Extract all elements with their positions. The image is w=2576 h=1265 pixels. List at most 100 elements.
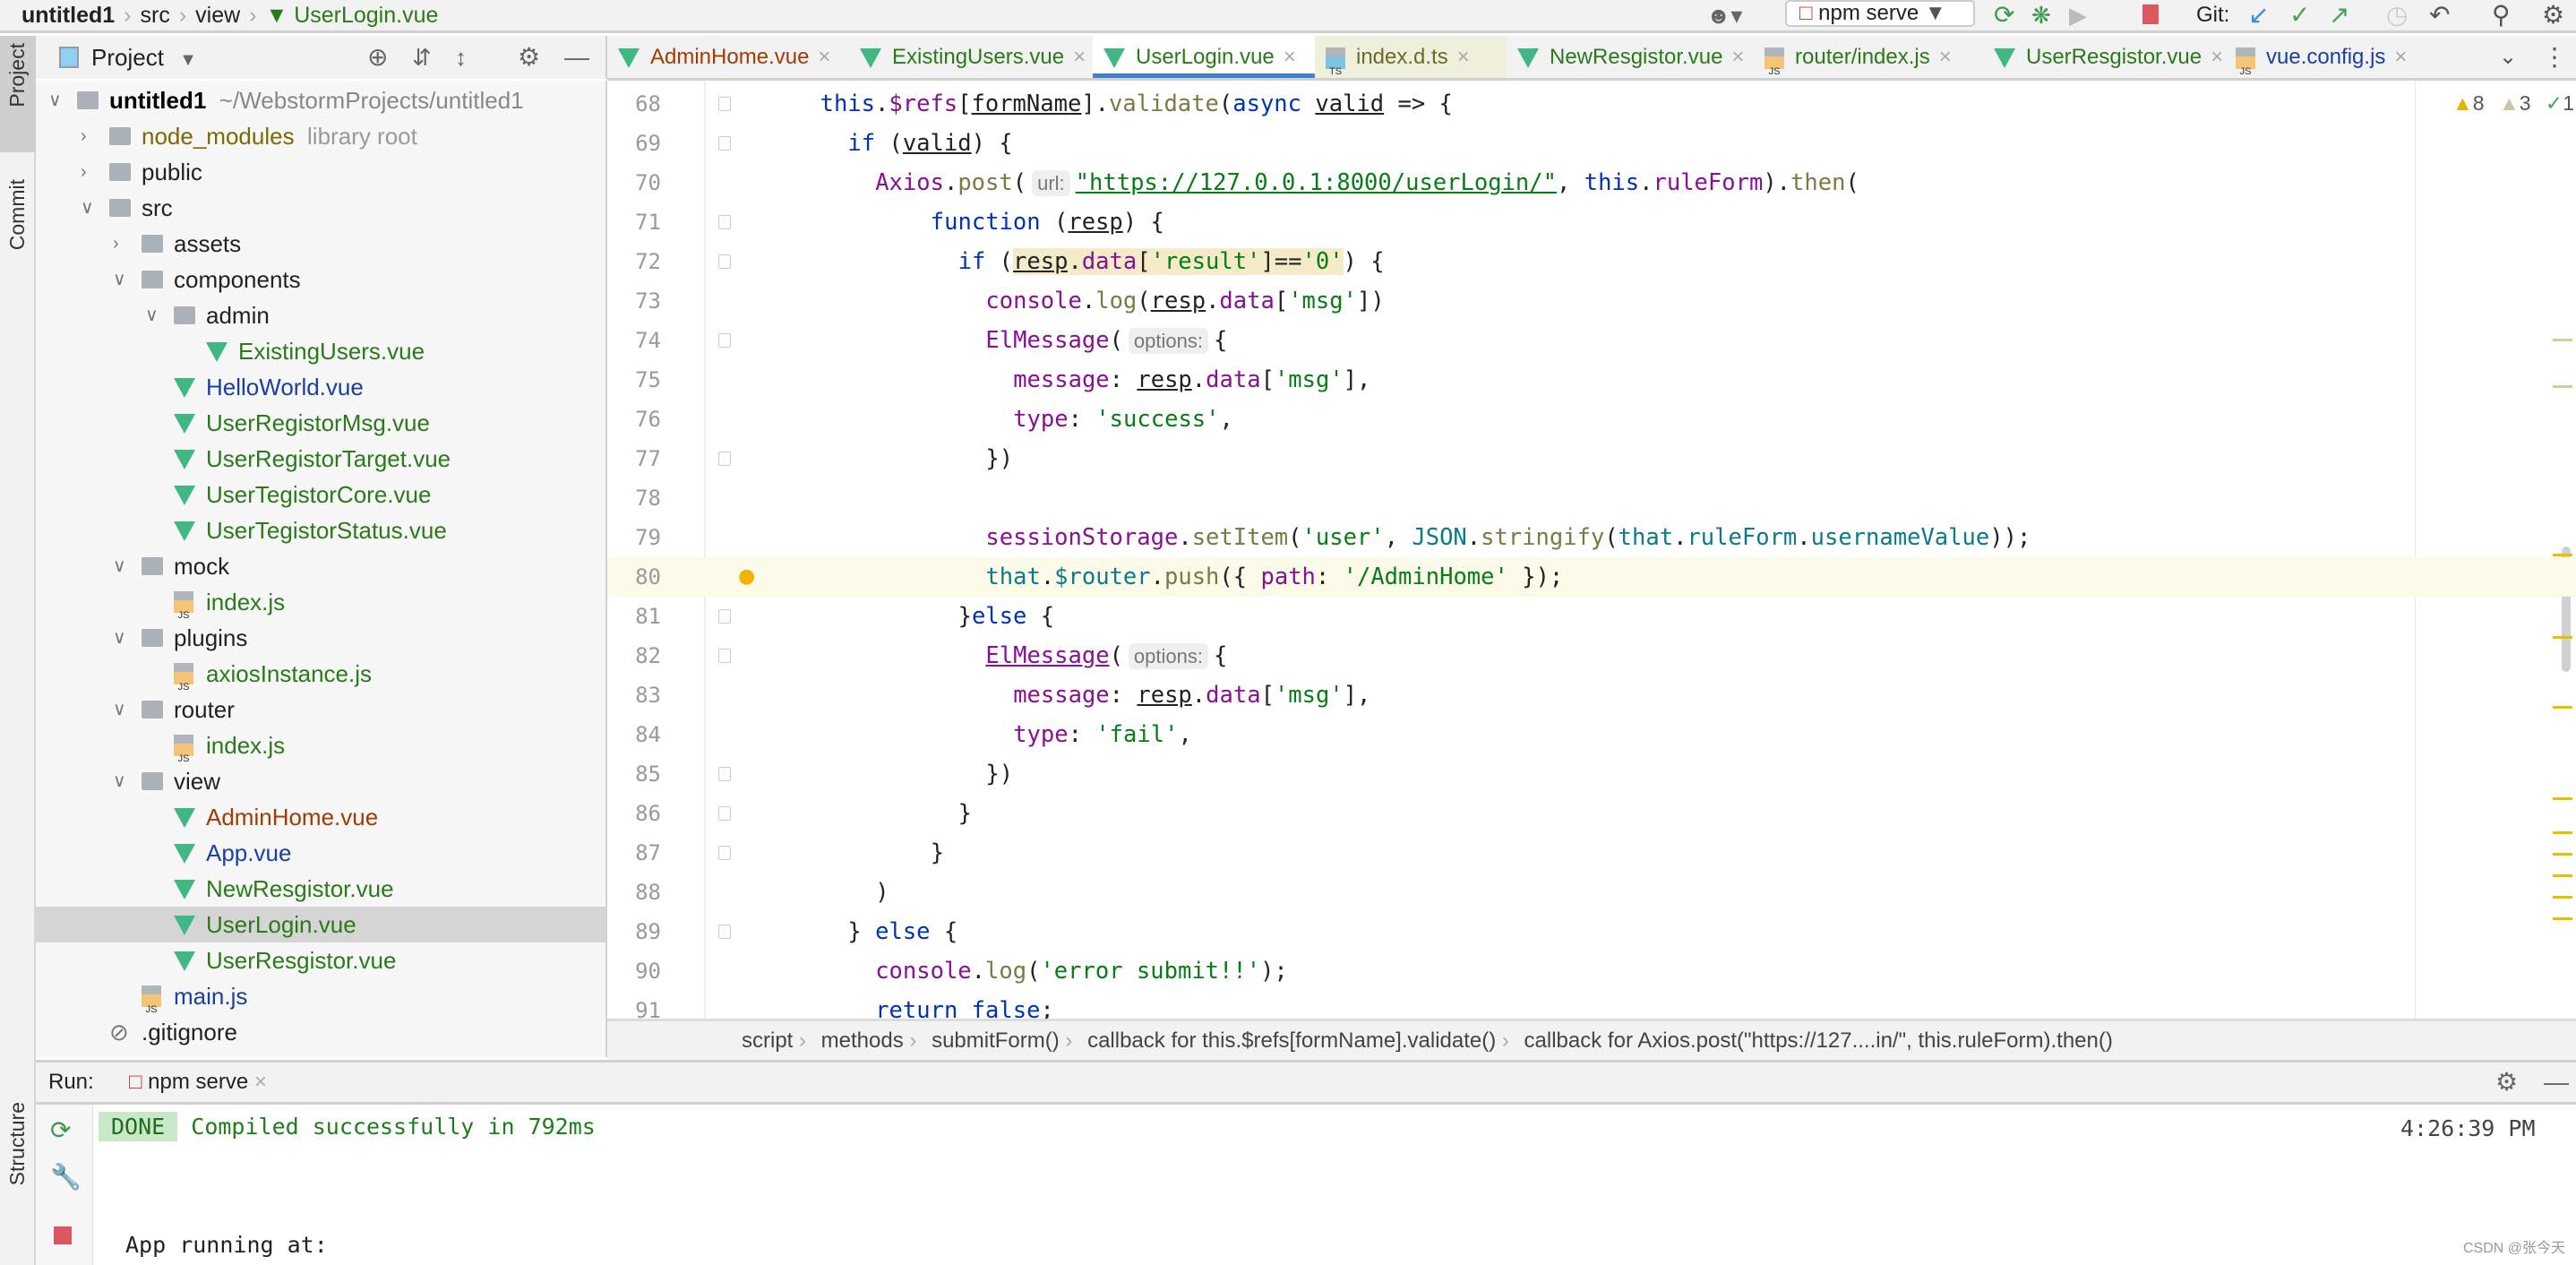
chevron-down-icon[interactable]: ∨ (113, 262, 131, 297)
tree-item[interactable]: UserTegistorCore.vue (36, 477, 605, 512)
code-line[interactable]: 76 type: 'success', (607, 400, 2576, 439)
fold-marker[interactable] (718, 97, 731, 111)
tree-item[interactable]: ∨ router (36, 692, 605, 727)
tree-item[interactable]: JS axiosInstance.js (36, 656, 605, 693)
rerun-icon[interactable]: ⟳ (50, 1115, 71, 1145)
code-breadcrumb-item[interactable]: callback for this.$refs[formName].valida… (1087, 1028, 1496, 1053)
close-icon[interactable]: × (818, 45, 830, 69)
chevron-down-icon[interactable]: ∨ (145, 297, 163, 333)
close-icon[interactable]: × (1457, 45, 1470, 69)
code-line[interactable]: 73 console.log(resp.data['msg']) (607, 281, 2576, 321)
fold-marker[interactable] (718, 333, 731, 348)
close-icon[interactable]: × (1073, 45, 1086, 69)
fold-marker[interactable] (718, 767, 731, 781)
code-line[interactable]: 79 sessionStorage.setItem('user', JSON.st… (607, 518, 2576, 557)
code-line[interactable]: 77}) (607, 439, 2576, 478)
fold-marker[interactable] (718, 254, 731, 269)
chevron-right-icon[interactable]: › (113, 226, 131, 262)
breadcrumb-item[interactable]: ▼ UserLogin.vue (266, 0, 439, 30)
user-icon[interactable]: ☻▾ (1706, 0, 1742, 30)
fold-marker[interactable] (718, 609, 731, 624)
tree-item[interactable]: UserTegistorStatus.vue (36, 512, 605, 548)
rollback-icon[interactable]: ↶ (2429, 0, 2450, 30)
chevron-down-icon[interactable]: ∨ (81, 190, 99, 226)
coverage-icon[interactable]: ▶ (2069, 0, 2087, 30)
gear-icon[interactable]: ⚙ (2495, 1063, 2518, 1102)
chevron-down-icon[interactable]: ∨ (113, 620, 131, 656)
editor-tab[interactable]: NewResgistor.vue × (1507, 36, 1754, 78)
chevron-down-icon[interactable]: ∨ (113, 763, 131, 799)
tree-item[interactable]: UserResgistor.vue (36, 942, 605, 978)
breadcrumb-item[interactable]: src (141, 0, 170, 30)
project-tool-button[interactable]: Project (0, 36, 36, 152)
tree-item[interactable]: ∨ mock (36, 548, 605, 584)
locate-icon[interactable]: ⊕ (367, 36, 388, 79)
tree-item[interactable]: JS index.js (36, 727, 605, 764)
stop-icon[interactable] (54, 1226, 72, 1244)
tree-item[interactable]: ⊘ .gitignore (36, 1014, 605, 1050)
code-line[interactable]: 70 Axios.post(url: "https://127.0.0.1:8000… (607, 163, 2576, 202)
collapse-all-icon[interactable]: ↕ (455, 36, 467, 79)
wrench-icon[interactable]: 🔧 (50, 1162, 82, 1192)
tree-item[interactable]: AdminHome.vue (36, 799, 605, 835)
tree-item[interactable]: JS main.js (36, 978, 605, 1015)
tree-item[interactable]: UserRegistorMsg.vue (36, 405, 605, 441)
close-icon[interactable]: × (1939, 45, 1952, 69)
more-icon[interactable]: ⋮ (2542, 36, 2567, 78)
code-line[interactable]: 71 function (resp) { (607, 202, 2576, 242)
code-line[interactable]: 89} else { (607, 912, 2576, 951)
code-line[interactable]: 86} (607, 794, 2576, 833)
editor-tab[interactable]: ExistingUsers.vue × (849, 36, 1093, 78)
close-icon[interactable]: × (2394, 45, 2407, 69)
chevron-down-icon[interactable]: ∨ (48, 82, 66, 118)
stop-icon[interactable] (2142, 4, 2159, 24)
close-icon[interactable]: × (254, 1070, 267, 1094)
code-line[interactable]: 90 console.log('error submit!!'); (607, 951, 2576, 991)
code-line[interactable]: 83 message: resp.data['msg'], (607, 676, 2576, 715)
fold-marker[interactable] (718, 136, 731, 151)
search-icon[interactable]: ⚲ (2492, 0, 2511, 30)
history-icon[interactable]: ◷ (2386, 0, 2408, 30)
tree-item[interactable]: ∨ untitled1 ~/WebstormProjects/untitled1 (36, 82, 605, 118)
gear-icon[interactable]: ⚙ (2542, 0, 2564, 30)
code-line[interactable]: 74 ElMessage(options:{ (607, 321, 2576, 360)
code-breadcrumb-item[interactable]: submitForm() (932, 1028, 1060, 1053)
editor-tab[interactable]: JS router/index.js × (1754, 36, 1983, 78)
tabs-dropdown-icon[interactable]: ⌄ (2499, 36, 2517, 78)
editor-tab[interactable]: TS index.d.ts × (1315, 36, 1507, 78)
code-line[interactable]: 78 (607, 478, 2576, 518)
project-view-select[interactable]: Project ▼ (91, 36, 197, 82)
tree-item[interactable]: ∨ view (36, 763, 605, 799)
code-line[interactable]: 69 if (valid) { (607, 124, 2576, 163)
tree-item[interactable]: › assets (36, 226, 605, 262)
tree-item[interactable]: NewResgistor.vue (36, 871, 605, 907)
editor-tab[interactable]: AdminHome.vue × (607, 36, 849, 78)
intention-bulb-icon[interactable]: ● (738, 557, 755, 597)
code-line[interactable]: 75 message: resp.data['msg'], (607, 360, 2576, 400)
chevron-right-icon[interactable]: › (81, 154, 99, 190)
tree-item[interactable]: HelloWorld.vue (36, 369, 605, 405)
fold-marker[interactable] (718, 925, 731, 939)
tree-item[interactable]: JS index.js (36, 584, 605, 621)
fold-marker[interactable] (718, 806, 731, 821)
tree-item[interactable]: ∨ admin (36, 297, 605, 333)
run-tab-npm-serve[interactable]: □ npm serve × (129, 1063, 267, 1102)
close-icon[interactable]: × (2211, 45, 2223, 69)
chevron-down-icon[interactable]: ∨ (113, 548, 131, 584)
code-line[interactable]: 72 if (resp.data['result']=='0') { (607, 242, 2576, 281)
close-icon[interactable]: × (1284, 45, 1296, 69)
git-update-icon[interactable]: ↙ (2248, 0, 2269, 30)
hide-panel-icon[interactable]: — (2544, 1063, 2569, 1102)
run-config-select[interactable]: □ npm serve ▼ (1785, 0, 1975, 27)
code-line[interactable]: 68 this.$refs[formName].validate(async va… (607, 84, 2576, 124)
breadcrumb-item[interactable]: untitled1 (21, 0, 115, 30)
tree-item[interactable]: ∨ src (36, 190, 605, 226)
tree-item[interactable]: UserLogin.vue (36, 907, 605, 942)
code-line[interactable]: 88) (607, 873, 2576, 912)
gear-icon[interactable]: ⚙ (518, 36, 540, 79)
tree-item[interactable]: ∨ components (36, 262, 605, 297)
expand-all-icon[interactable]: ⇵ (412, 36, 432, 79)
code-breadcrumb-item[interactable]: methods (821, 1028, 904, 1053)
git-push-icon[interactable]: ↗ (2329, 0, 2349, 30)
fold-marker[interactable] (718, 452, 731, 466)
